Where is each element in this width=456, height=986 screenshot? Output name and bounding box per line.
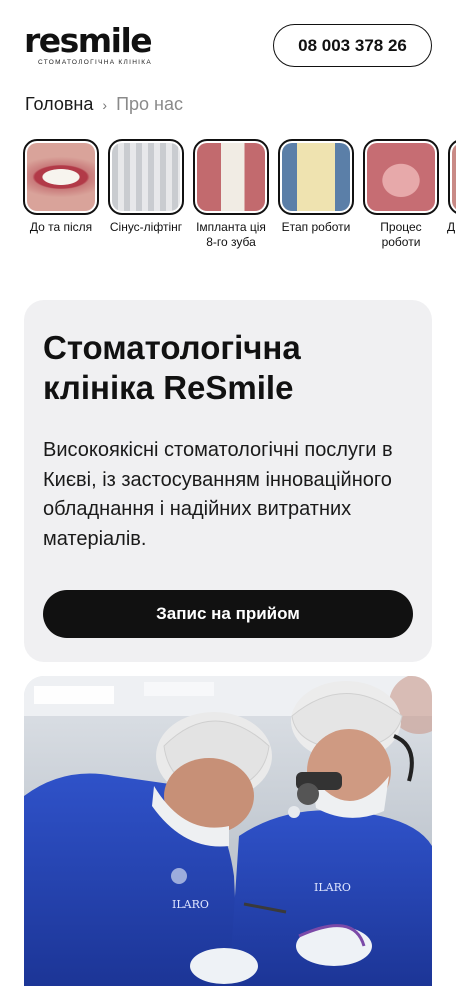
story-label: Д: [447, 220, 456, 234]
hero-card: Стоматологічна клініка ReSmile Високоякі…: [24, 300, 432, 662]
story-label: Сінус-ліфтінг: [109, 220, 183, 234]
dental-xray-photo-icon: [108, 139, 184, 215]
story-item[interactable]: Сінус-ліфтінг: [107, 139, 185, 235]
page-title: Стоматологічна клініка ReSmile: [43, 329, 301, 406]
stories-carousel[interactable]: До та після Сінус-ліфтінг Імпланта ція 8…: [22, 139, 456, 274]
dentists-photo: ILARO ILARO: [24, 676, 432, 986]
story-label: Процес роботи: [380, 220, 422, 249]
story-item[interactable]: Д: [447, 139, 456, 235]
site-header: resmile стоматологічна клініка 08 003 37…: [0, 0, 456, 90]
story-item[interactable]: Імпланта ція 8-го зуба: [192, 139, 270, 249]
crowns-photo-icon: [278, 139, 354, 215]
logo-wordmark: resmile: [24, 21, 153, 60]
smile-teeth-photo-icon: [23, 139, 99, 215]
hero-description: Високоякісні стоматологічні послуги в Ки…: [43, 439, 393, 550]
story-item[interactable]: Процес роботи: [362, 139, 440, 249]
resmile-logo[interactable]: resmile стоматологічна клініка: [24, 24, 154, 67]
story-item[interactable]: До та після: [22, 139, 100, 235]
implant-closeup-photo-icon: [193, 139, 269, 215]
phone-button[interactable]: 08 003 378 26: [273, 24, 432, 67]
breadcrumb: Головна › Про нас: [25, 94, 183, 115]
breadcrumb-home-link[interactable]: Головна: [25, 94, 93, 115]
logo-subtitle: стоматологічна клініка: [38, 59, 153, 66]
svg-text:ILARO: ILARO: [314, 881, 351, 894]
partial-photo-icon: [448, 139, 456, 215]
story-label: Етап роботи: [281, 220, 351, 234]
story-label: Імпланта ція 8-го зуба: [196, 220, 266, 249]
story-item[interactable]: Етап роботи: [277, 139, 355, 235]
book-appointment-button[interactable]: Запис на прийом: [43, 590, 413, 638]
svg-text:ILARO: ILARO: [172, 898, 209, 911]
story-label: До та після: [29, 220, 93, 234]
breadcrumb-current: Про нас: [116, 94, 183, 114]
chevron-right-icon: ›: [102, 96, 108, 113]
upper-jaw-photo-icon: [363, 139, 439, 215]
